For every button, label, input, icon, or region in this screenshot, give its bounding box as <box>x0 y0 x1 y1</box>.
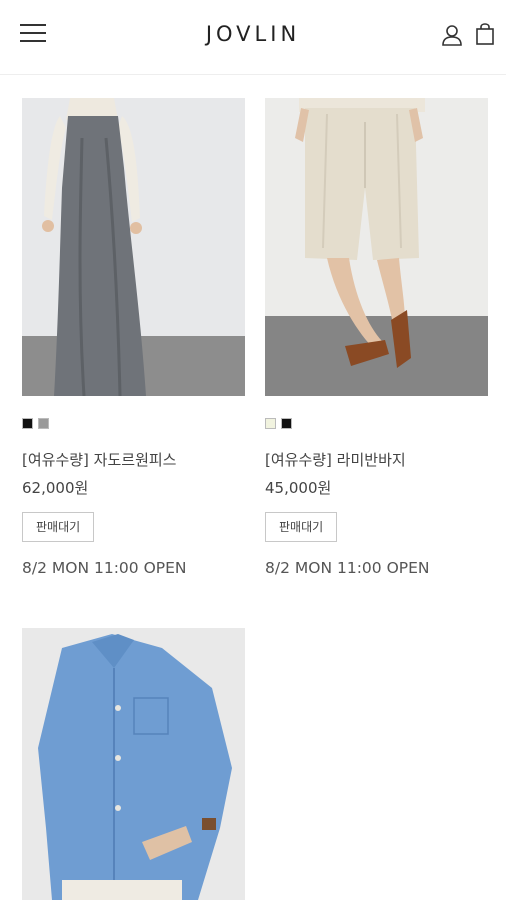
sale-pending-button[interactable]: 판매대기 <box>265 512 338 542</box>
open-date: 8/2 MON 11:00 OPEN <box>265 559 430 577</box>
product-price: 45,000원 <box>265 479 332 497</box>
product-price: 62,000원 <box>22 479 89 497</box>
color-swatches <box>22 418 54 430</box>
product-name[interactable]: [여유수량] 라미반바지 <box>265 449 406 470</box>
color-swatches <box>265 418 297 430</box>
shopping-bag-icon[interactable] <box>475 23 495 45</box>
color-swatch-black[interactable] <box>281 418 292 429</box>
brand-logo[interactable]: JOVLIN <box>0 22 506 46</box>
product-name[interactable]: [여유수량] 자도르원피스 <box>22 449 176 470</box>
product-image[interactable] <box>22 628 245 900</box>
open-date: 8/2 MON 11:00 OPEN <box>22 559 187 577</box>
site-header: JOVLIN <box>0 0 506 75</box>
product-image[interactable] <box>22 98 245 396</box>
user-icon[interactable] <box>441 24 463 46</box>
color-swatch-ivory[interactable] <box>265 418 276 429</box>
sale-pending-button[interactable]: 판매대기 <box>22 512 95 542</box>
product-image[interactable] <box>265 98 488 396</box>
color-swatch-black[interactable] <box>22 418 33 429</box>
color-swatch-gray[interactable] <box>38 418 49 429</box>
